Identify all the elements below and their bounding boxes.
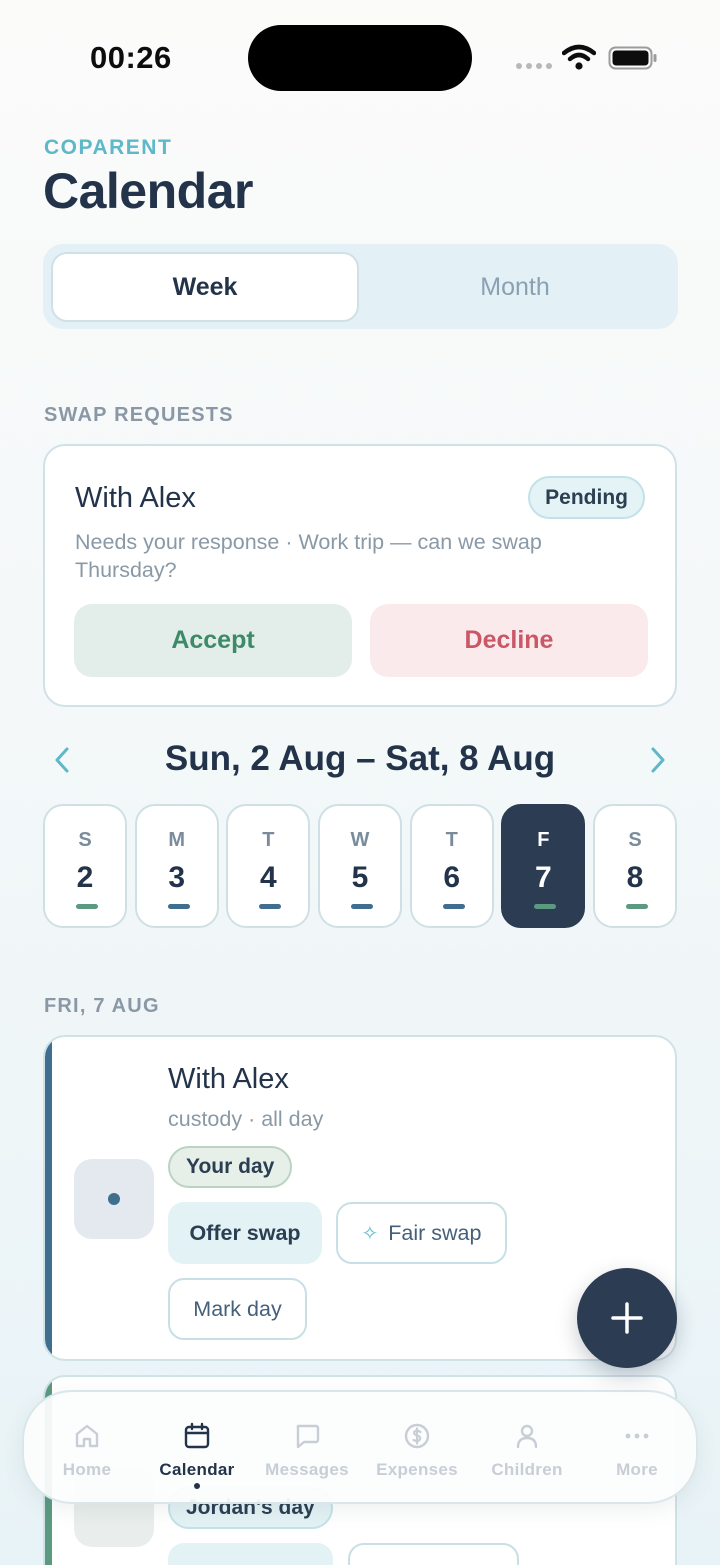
custody-marker (626, 904, 648, 909)
status-badge: Pending (528, 476, 645, 519)
day-of-week: T (445, 829, 458, 851)
tab-label: Home (62, 1460, 112, 1479)
tab-children[interactable]: Children (472, 1392, 582, 1506)
page-title: Calendar (43, 163, 253, 219)
event-accent-bar (45, 1037, 52, 1359)
day-of-week: S (78, 829, 92, 851)
week-navigation: Sun, 2 Aug – Sat, 8 Aug (43, 735, 677, 785)
more-icon (625, 1433, 649, 1439)
tab-label: Calendar (159, 1460, 235, 1479)
chevron-right-icon[interactable] (642, 745, 672, 775)
day-cell-5[interactable]: W 5 (318, 804, 402, 928)
sparkle-icon: ✧ (361, 1222, 379, 1245)
mark-day-button[interactable]: Mark day (168, 1278, 307, 1340)
day-of-week: W (350, 829, 370, 851)
battery-icon (608, 46, 657, 70)
your-day-tag: Your day (168, 1146, 293, 1188)
day-cell-4[interactable]: T 4 (226, 804, 311, 928)
day-cell-6[interactable]: T 6 (409, 804, 494, 928)
tab-messages[interactable]: Messages (252, 1392, 362, 1506)
day-cell-8[interactable]: S 8 (593, 804, 677, 928)
wifi-icon (562, 44, 596, 70)
swap-request-description: Needs your response · Work trip — can we… (75, 530, 542, 582)
tab-home[interactable]: Home (32, 1392, 142, 1506)
currency-icon (404, 1423, 430, 1449)
active-tab-indicator (194, 1483, 200, 1489)
calendar-icon (184, 1422, 210, 1449)
day-section-label: FRI, 7 AUG (44, 995, 160, 1017)
fair-swap-label: Fair swap (388, 1220, 482, 1245)
day-cell-2[interactable]: S 2 (43, 804, 127, 928)
swap-request-card: With Alex Pending Needs your response · … (43, 444, 677, 707)
decline-button[interactable]: Decline (370, 604, 648, 677)
day-cell-7-selected[interactable]: F 7 (501, 804, 586, 928)
day-number: 3 (168, 861, 186, 894)
home-icon (75, 1424, 99, 1448)
day-cell-3[interactable]: M 3 (134, 804, 219, 928)
fair-swap-button[interactable] (348, 1543, 519, 1565)
week-range-label: Sun, 2 Aug – Sat, 8 Aug (164, 739, 556, 778)
day-number: 4 (259, 861, 277, 894)
accept-button[interactable]: Accept (74, 604, 352, 677)
tab-label: Children (491, 1460, 563, 1479)
day-number: 5 (351, 861, 369, 894)
day-strip: S 2 M 3 T 4 W 5 T 6 F 7 S 8 (43, 804, 677, 928)
day-number: 2 (76, 861, 94, 894)
day-of-week: M (168, 829, 186, 851)
person-icon (516, 1424, 538, 1449)
custody-marker (76, 904, 98, 909)
day-of-week: F (537, 829, 550, 851)
tab-expenses[interactable]: Expenses (362, 1392, 472, 1506)
status-bar: 00:26 (0, 0, 720, 110)
tab-more[interactable]: More (582, 1392, 692, 1506)
event-subtitle: custody · all day (168, 1107, 324, 1131)
event-icon (74, 1159, 154, 1239)
message-icon (296, 1424, 320, 1449)
custody-marker (259, 904, 282, 909)
offer-swap-button[interactable] (168, 1543, 333, 1565)
swap-requests-label: SWAP REQUESTS (44, 404, 234, 426)
day-number: 7 (534, 861, 552, 894)
day-number: 8 (626, 861, 644, 894)
custody-marker (534, 904, 557, 909)
day-of-week: T (262, 829, 275, 851)
status-time: 00:26 (90, 40, 172, 75)
cellular-signal-icon (516, 63, 552, 69)
custody-marker (442, 904, 465, 909)
tab-label: Messages (265, 1460, 349, 1479)
view-toggle: Week Month (43, 244, 678, 329)
tab-label: Expenses (376, 1460, 458, 1479)
day-of-week: S (628, 829, 642, 851)
plus-icon (611, 1302, 643, 1334)
fair-swap-button[interactable]: ✧ Fair swap (336, 1202, 507, 1264)
month-tab[interactable]: Month (361, 252, 669, 322)
tab-label: More (616, 1460, 658, 1479)
dynamic-island (248, 25, 472, 91)
custody-marker (351, 904, 373, 909)
swap-request-title: With Alex (75, 482, 196, 514)
custody-marker (167, 904, 190, 909)
tab-bar: Home Calendar Messages Expenses Children (22, 1390, 698, 1504)
day-number: 6 (443, 861, 461, 894)
week-tab[interactable]: Week (51, 252, 359, 322)
tab-calendar[interactable]: Calendar (142, 1392, 252, 1506)
event-title: With Alex (168, 1063, 289, 1095)
offer-swap-button[interactable]: Offer swap (168, 1202, 322, 1264)
app-name: COPARENT (44, 136, 173, 159)
add-event-button[interactable] (577, 1268, 677, 1368)
